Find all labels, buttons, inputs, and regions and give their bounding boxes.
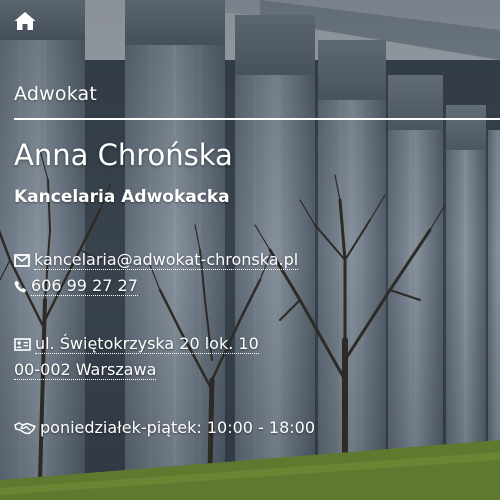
address-row-city: 00-002 Warszawa	[14, 359, 157, 381]
email-row: kancelaria@adwokat-chronska.pl	[14, 249, 299, 273]
phone-row: 606 99 27 27	[14, 275, 138, 299]
profession-label: Adwokat	[14, 83, 98, 105]
office-name: Kancelaria Adwokacka	[14, 187, 230, 207]
email-link[interactable]: kancelaria@adwokat-chronska.pl	[34, 250, 299, 270]
address-link-street[interactable]: ul. Świętokrzyska 20 lok. 10	[35, 334, 259, 354]
hours-row: poniedziałek-piątek: 10:00 - 18:00	[14, 417, 315, 441]
divider	[14, 118, 500, 120]
home-icon	[14, 12, 36, 30]
handshake-icon	[14, 419, 36, 441]
address-link-city[interactable]: 00-002 Warszawa	[14, 360, 157, 380]
phone-link[interactable]: 606 99 27 27	[31, 276, 138, 296]
address-row: ul. Świętokrzyska 20 lok. 10	[14, 333, 259, 357]
home-link[interactable]	[14, 11, 36, 31]
lawyer-name: Anna Chrońska	[14, 138, 233, 172]
office-hours: poniedziałek-piątek: 10:00 - 18:00	[40, 418, 316, 437]
address-card-icon	[14, 335, 31, 357]
envelope-icon	[14, 251, 30, 273]
phone-icon	[14, 277, 27, 299]
